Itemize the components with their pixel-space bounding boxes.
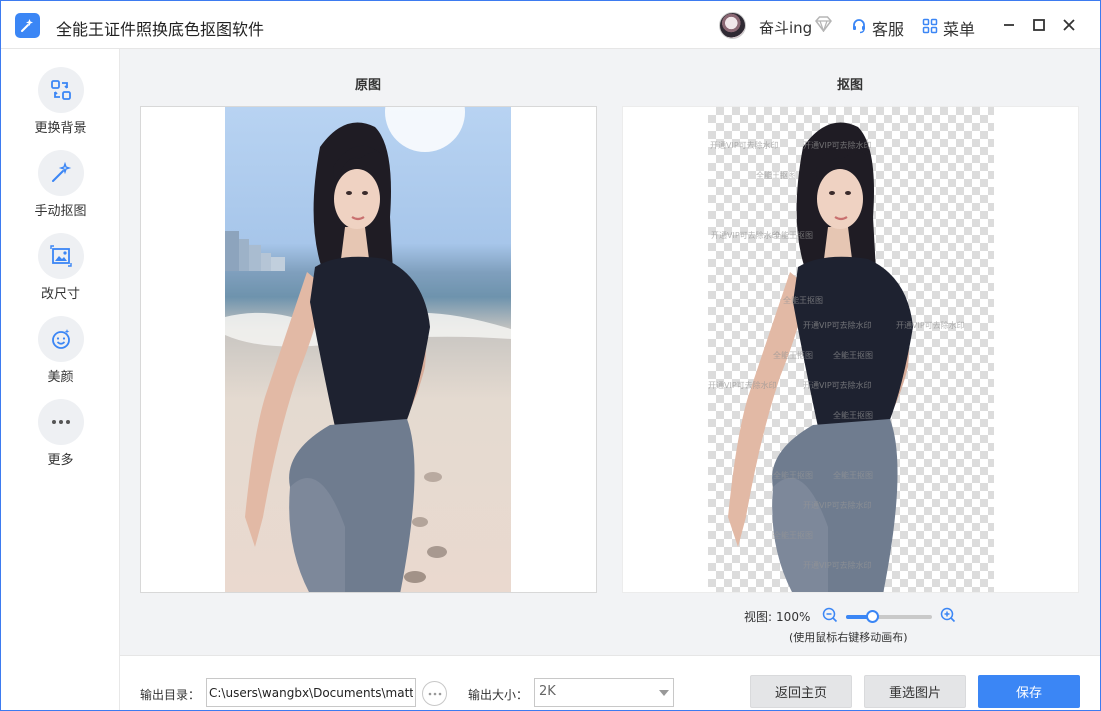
- chevron-down-icon: [659, 690, 669, 696]
- app-logo-icon: [15, 13, 40, 38]
- watermark-text: 开通VIP可去除水印: [803, 321, 872, 330]
- watermark-text: 全能王抠图: [756, 171, 796, 180]
- sidebar-item-label: 更换背景: [34, 121, 87, 136]
- grid-menu-icon: [922, 18, 938, 38]
- watermark-text: 开通VIP可去除水印: [711, 231, 780, 240]
- sidebar-item-label: 手动抠图: [34, 204, 87, 219]
- reselect-image-button[interactable]: 重选图片: [864, 675, 966, 708]
- output-dir-label: 输出目录：: [140, 688, 201, 702]
- bottom-toolbar: 输出目录： 输出大小： 2K 返回主页 重选图片 保存: [120, 655, 1100, 710]
- more-dots-icon: [37, 399, 84, 445]
- output-size-select[interactable]: 2K: [534, 678, 674, 707]
- original-photo: [225, 107, 511, 592]
- output-dir-input[interactable]: [206, 678, 416, 707]
- zoom-value: 100%: [776, 609, 811, 624]
- minimize-button[interactable]: [999, 15, 1019, 35]
- watermark-text: 全能王抠图: [833, 471, 873, 480]
- browse-folder-button[interactable]: [422, 681, 447, 706]
- cutout-title: 抠图: [837, 78, 864, 93]
- maximize-icon: [1033, 19, 1045, 31]
- output-size-value: 2K: [539, 684, 556, 699]
- original-title: 原图: [355, 78, 382, 93]
- customer-service-button[interactable]: 客服: [851, 16, 904, 40]
- sidebar-item-label: 改尺寸: [40, 287, 80, 302]
- maximize-button[interactable]: [1029, 15, 1049, 35]
- watermark-text: 全能王抠图: [773, 471, 813, 480]
- cutout-image-panel[interactable]: 开通VIP可去除水印 开通VIP可去除水印 全能王抠图 开通VIP可去除水印 全…: [622, 106, 1079, 593]
- watermark-text: 开通VIP可去除水印: [803, 141, 872, 150]
- watermark-text: 开通VIP可去除水印: [708, 381, 777, 390]
- vip-diamond-icon[interactable]: [815, 16, 832, 36]
- watermark-text: 全能王抠图: [833, 351, 873, 360]
- zoom-slider[interactable]: [846, 609, 933, 623]
- close-button[interactable]: [1059, 15, 1079, 35]
- sidebar-item-resize[interactable]: 改尺寸: [1, 233, 120, 309]
- username[interactable]: 奋斗ing: [759, 17, 812, 38]
- zoom-hint: (使用鼠标右键移动画布): [789, 631, 908, 644]
- watermark-text: 全能王抠图: [833, 411, 873, 420]
- watermark-text: 开通VIP可去除水印: [710, 141, 779, 150]
- close-icon: [1063, 19, 1075, 31]
- sidebar-item-change-background[interactable]: 更换背景: [1, 67, 120, 143]
- watermark-text: 全能王抠图: [773, 351, 813, 360]
- workspace: 原图 抠图 开通VIP可去除水印 开通VIP可去除水印 全能王抠图 开通VIP可…: [120, 49, 1100, 655]
- zoom-slider-handle[interactable]: [866, 609, 880, 623]
- app-title: 全能王证件照换底色抠图软件: [56, 20, 265, 39]
- app-window: 全能王证件照换底色抠图软件 奋斗ing 客服 菜单 更换背景 手动抠图 改尺寸 …: [0, 0, 1101, 711]
- user-avatar[interactable]: [719, 12, 746, 39]
- menu-button[interactable]: 菜单: [922, 16, 975, 40]
- watermark-text: 全能王抠图: [773, 231, 813, 240]
- sidebar-item-label: 美颜: [47, 370, 74, 385]
- swap-background-icon: [37, 67, 84, 113]
- save-button[interactable]: 保存: [978, 675, 1080, 708]
- more-dots-icon: [428, 692, 441, 695]
- magic-wand-icon: [37, 150, 84, 196]
- sidebar-item-manual-cutout[interactable]: 手动抠图: [1, 150, 120, 226]
- minimize-icon: [1004, 24, 1014, 26]
- sidebar-item-more[interactable]: 更多: [1, 399, 120, 475]
- watermark-text: 全能王抠图: [783, 296, 823, 305]
- original-image-panel[interactable]: [140, 106, 597, 593]
- zoom-label: 视图:: [744, 610, 773, 624]
- title-bar: 全能王证件照换底色抠图软件 奋斗ing 客服 菜单: [1, 1, 1100, 49]
- zoom-controls: 视图: 100%: [744, 607, 956, 626]
- beauty-face-icon: [37, 316, 84, 362]
- output-size-label: 输出大小：: [468, 688, 529, 702]
- watermark-text: 开通VIP可去除水印: [803, 381, 872, 390]
- zoom-in-icon[interactable]: [940, 607, 956, 626]
- watermark-text: 全能王抠图: [773, 531, 813, 540]
- watermark-text: 开通VIP可去除水印: [803, 561, 872, 570]
- sidebar: 更换背景 手动抠图 改尺寸 美颜 更多: [1, 49, 120, 710]
- watermark-text: 开通VIP可去除水印: [896, 321, 965, 330]
- headset-icon: [851, 18, 867, 38]
- transparent-background: 开通VIP可去除水印 开通VIP可去除水印 全能王抠图 开通VIP可去除水印 全…: [708, 107, 994, 592]
- menu-label: 菜单: [943, 20, 976, 39]
- watermark-text: 开通VIP可去除水印: [803, 501, 872, 510]
- zoom-out-icon[interactable]: [822, 607, 838, 626]
- back-home-button[interactable]: 返回主页: [750, 675, 852, 708]
- sidebar-item-beauty[interactable]: 美颜: [1, 316, 120, 392]
- resize-image-icon: [37, 233, 84, 279]
- sidebar-item-label: 更多: [47, 453, 74, 468]
- service-label: 客服: [872, 20, 905, 39]
